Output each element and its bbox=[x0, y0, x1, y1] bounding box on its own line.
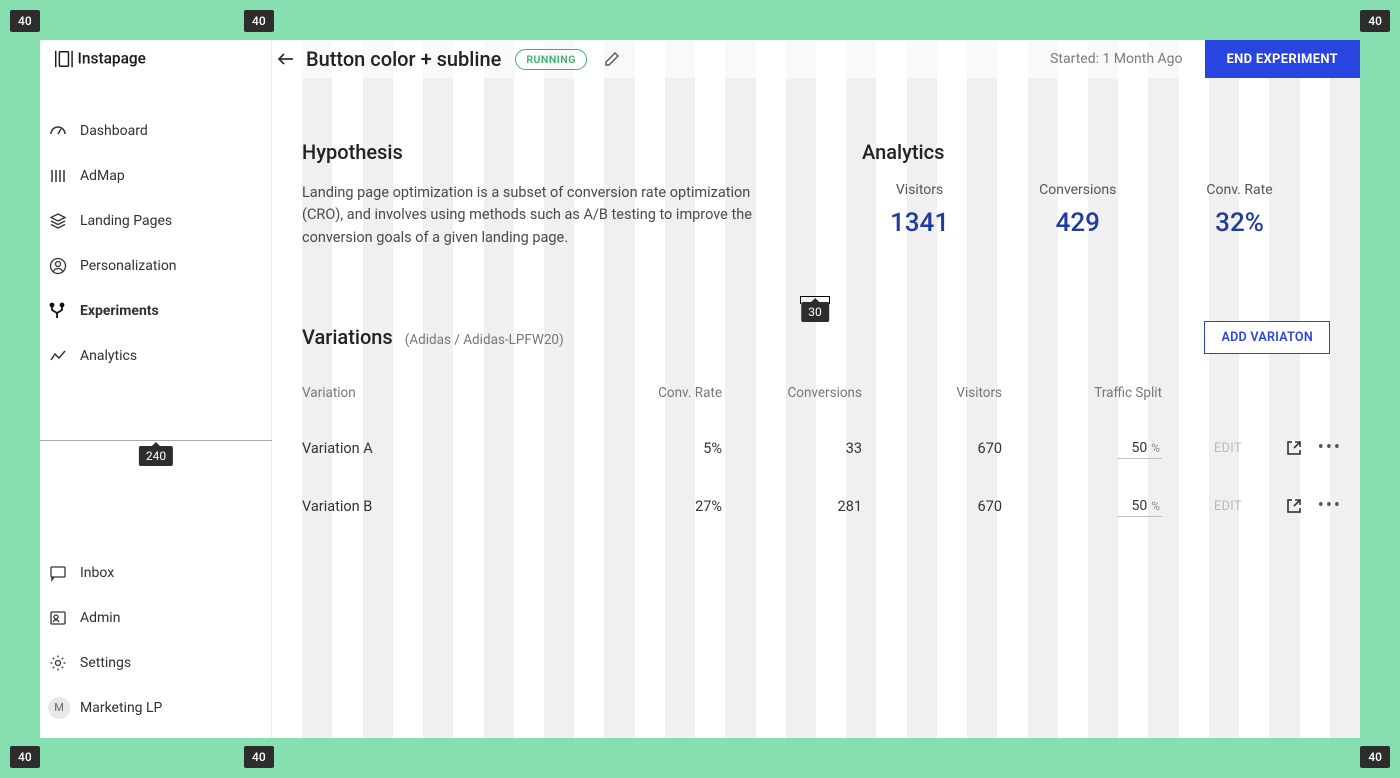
user-circle-icon bbox=[48, 256, 68, 276]
variations-heading: Variations bbox=[302, 325, 393, 349]
branch-icon bbox=[48, 301, 68, 321]
sliders-icon bbox=[48, 166, 68, 186]
instapage-logo-icon: Instapage bbox=[48, 49, 178, 69]
sidebar-item-admin[interactable]: Admin bbox=[40, 595, 271, 640]
margin-badge: 40 bbox=[10, 10, 40, 32]
sidebar-bottom: Inbox Admin Settings M Marketing LP bbox=[40, 550, 271, 730]
id-icon bbox=[48, 608, 68, 628]
sidebar-item-experiments[interactable]: Experiments bbox=[40, 288, 271, 333]
gear-icon bbox=[48, 653, 68, 673]
margin-badge: 40 bbox=[244, 746, 274, 768]
sidebar-item-dashboard[interactable]: Dashboard bbox=[40, 108, 271, 153]
variations-table: Variation Conv. Rate Conversions Visitor… bbox=[302, 385, 1330, 535]
main-area: Button color + subline RUNNING Started: … bbox=[272, 40, 1360, 738]
status-badge: RUNNING bbox=[515, 49, 587, 70]
svg-text:Instapage: Instapage bbox=[78, 50, 146, 68]
margin-badge: 40 bbox=[1360, 10, 1390, 32]
hypothesis-body: Landing page optimization is a subset of… bbox=[302, 182, 792, 249]
stat-visitors: Visitors 1341 bbox=[890, 182, 949, 238]
margin-badge: 40 bbox=[10, 746, 40, 768]
hypothesis-heading: Hypothesis bbox=[302, 140, 822, 164]
edit-title-button[interactable] bbox=[601, 48, 623, 70]
col-variation: Variation bbox=[302, 385, 602, 401]
stat-label: Visitors bbox=[890, 182, 949, 198]
nav-label: Analytics bbox=[80, 348, 137, 364]
variation-name: Variation B bbox=[302, 498, 602, 515]
edit-variation-button[interactable]: EDIT bbox=[1162, 499, 1242, 514]
workspace-avatar: M bbox=[48, 697, 70, 719]
row-menu-button[interactable]: ••• bbox=[1302, 501, 1342, 511]
sidebar: Instapage Dashboard AdMap Landing Pages … bbox=[40, 40, 272, 738]
hypothesis-section: Hypothesis Landing page optimization is … bbox=[302, 140, 822, 249]
margin-badge: 40 bbox=[1360, 746, 1390, 768]
analytics-section: Analytics Visitors 1341 Conversions 429 … bbox=[862, 140, 1273, 249]
more-icon: ••• bbox=[1318, 443, 1342, 453]
open-variation-button[interactable] bbox=[1242, 498, 1302, 514]
variation-conv-rate: 27% bbox=[602, 498, 722, 515]
stat-value: 32% bbox=[1206, 208, 1272, 238]
sidebar-item-workspace[interactable]: M Marketing LP bbox=[40, 685, 271, 730]
stat-label: Conv. Rate bbox=[1206, 182, 1272, 198]
more-icon: ••• bbox=[1318, 501, 1342, 511]
external-link-icon bbox=[1286, 440, 1302, 456]
sidebar-item-personalization[interactable]: Personalization bbox=[40, 243, 271, 288]
margin-badge: 40 bbox=[244, 10, 274, 32]
nav-label: Dashboard bbox=[80, 123, 148, 139]
nav-label: Personalization bbox=[80, 258, 177, 274]
add-variation-button[interactable]: ADD VARIATON bbox=[1204, 321, 1330, 354]
col-visitors: Visitors bbox=[862, 385, 1002, 401]
nav-label: Experiments bbox=[80, 303, 159, 319]
sidebar-item-admap[interactable]: AdMap bbox=[40, 153, 271, 198]
variation-conv-rate: 5% bbox=[602, 440, 722, 457]
variation-visitors: 670 bbox=[862, 440, 1002, 457]
sidebar-item-settings[interactable]: Settings bbox=[40, 640, 271, 685]
layers-icon bbox=[48, 211, 68, 231]
nav-label: Inbox bbox=[80, 565, 114, 581]
edit-variation-button[interactable]: EDIT bbox=[1162, 441, 1242, 456]
started-label: Started: 1 Month Ago bbox=[1050, 51, 1182, 67]
row-menu-button[interactable]: ••• bbox=[1302, 443, 1342, 453]
experiment-title: Button color + subline bbox=[306, 47, 501, 71]
sidebar-item-landing-pages[interactable]: Landing Pages bbox=[40, 198, 271, 243]
stat-value: 429 bbox=[1039, 208, 1116, 238]
col-conversions: Conversions bbox=[722, 385, 862, 401]
arrow-left-icon bbox=[276, 49, 296, 69]
gauge-icon bbox=[48, 121, 68, 141]
table-row: Variation A 5% 33 670 50% EDIT ••• bbox=[302, 419, 1330, 477]
col-conv-rate: Conv. Rate bbox=[602, 385, 722, 401]
nav-label: Admin bbox=[80, 610, 120, 626]
stat-label: Conversions bbox=[1039, 182, 1116, 198]
sidebar-item-inbox[interactable]: Inbox bbox=[40, 550, 271, 595]
nav-label: Landing Pages bbox=[80, 213, 172, 229]
variations-subhead: (Adidas / Adidas-LPFW20) bbox=[405, 332, 564, 348]
variation-conversions: 281 bbox=[722, 498, 862, 515]
open-variation-button[interactable] bbox=[1242, 440, 1302, 456]
traffic-split-input[interactable]: 50% bbox=[1117, 438, 1162, 459]
end-experiment-button[interactable]: END EXPERIMENT bbox=[1205, 40, 1361, 78]
page-header: Button color + subline RUNNING Started: … bbox=[272, 40, 1360, 78]
variation-visitors: 670 bbox=[862, 498, 1002, 515]
brand-logo: Instapage bbox=[40, 40, 271, 78]
traffic-split-input[interactable]: 50% bbox=[1117, 496, 1162, 517]
external-link-icon bbox=[1286, 498, 1302, 514]
sidebar-item-analytics[interactable]: Analytics bbox=[40, 333, 271, 378]
sidebar-nav: Dashboard AdMap Landing Pages Personaliz… bbox=[40, 78, 271, 378]
variations-section: Variations (Adidas / Adidas-LPFW20) ADD … bbox=[302, 325, 1330, 535]
variation-name: Variation A bbox=[302, 440, 602, 457]
stat-conversions: Conversions 429 bbox=[1039, 182, 1116, 238]
col-traffic-split: Traffic Split bbox=[1002, 385, 1162, 401]
pencil-icon bbox=[604, 51, 620, 67]
trend-icon bbox=[48, 346, 68, 366]
nav-label: Marketing LP bbox=[80, 700, 162, 716]
stat-value: 1341 bbox=[890, 208, 949, 238]
stat-conv-rate: Conv. Rate 32% bbox=[1206, 182, 1272, 238]
table-header: Variation Conv. Rate Conversions Visitor… bbox=[302, 385, 1330, 419]
analytics-heading: Analytics bbox=[862, 140, 1273, 164]
chat-icon bbox=[48, 563, 68, 583]
table-row: Variation B 27% 281 670 50% EDIT ••• bbox=[302, 477, 1330, 535]
nav-label: Settings bbox=[80, 655, 131, 671]
back-button[interactable] bbox=[274, 47, 298, 71]
nav-label: AdMap bbox=[80, 168, 125, 184]
variation-conversions: 33 bbox=[722, 440, 862, 457]
